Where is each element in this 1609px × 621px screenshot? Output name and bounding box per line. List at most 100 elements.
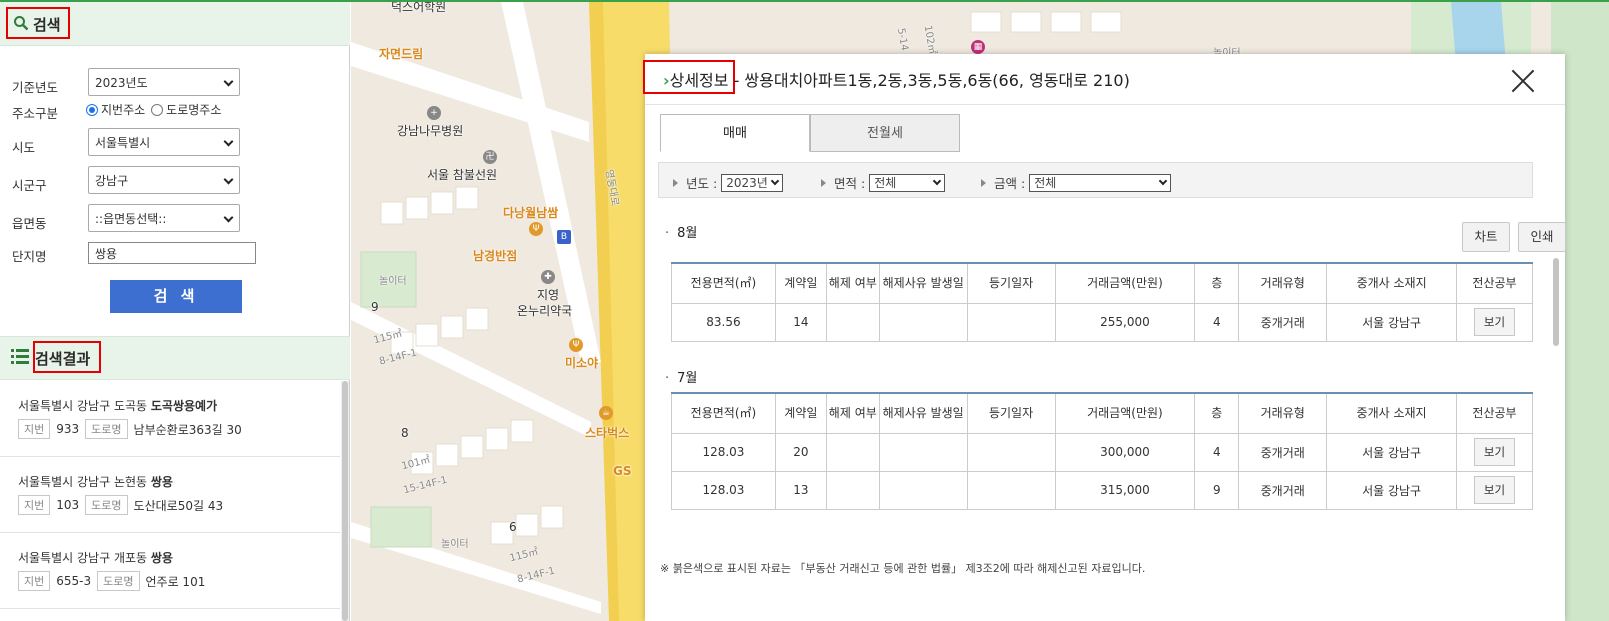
- map-label: 6: [509, 520, 517, 534]
- results-scrollbar[interactable]: [341, 381, 349, 621]
- top-accent-line: [0, 0, 1609, 2]
- road-value: 언주로 101: [145, 574, 206, 589]
- col-price: 거래금액(만원): [1054, 262, 1196, 304]
- map-label: GS: [613, 464, 632, 478]
- result-item[interactable]: 서울특별시 강남구 개포동 쌍용 지번 655-3 도로명 언주로 101: [0, 533, 340, 609]
- trade-table-july: 전용면적(㎡) 계약일 해제 여부 해제사유 발생일 등기일자 거래금액(만원)…: [671, 392, 1534, 510]
- results-list: 서울특별시 강남구 도곡동 도곡쌍용예가 지번 933 도로명 남부순환로363…: [0, 381, 350, 621]
- restaurant-icon[interactable]: Ψ: [569, 338, 583, 352]
- chevron-right-icon: ›: [663, 71, 670, 90]
- year-select[interactable]: 2023년도: [88, 68, 240, 96]
- map-label: 남경반점: [473, 249, 518, 263]
- eupmyeondong-label: 읍면동: [12, 216, 47, 231]
- col-area: 전용면적(㎡): [671, 392, 776, 434]
- road-value: 남부순환로363길 30: [133, 422, 242, 437]
- map-label: 덕스어학원: [391, 2, 447, 14]
- map-marker-icon[interactable]: ▦: [971, 40, 985, 54]
- col-contract-day: 계약일: [774, 392, 827, 434]
- sido-label: 시도: [12, 140, 36, 155]
- search-sidebar: 검색 기준년도 2023년도 주소구분 지번주소 도로명주소 시도 서울특별시 …: [0, 0, 350, 621]
- col-registry: 전산공부: [1456, 262, 1533, 304]
- chevron-down-icon: [223, 76, 234, 87]
- col-cancel: 해제 여부: [825, 262, 880, 304]
- hospital-icon[interactable]: +: [427, 106, 441, 120]
- area-filter-label: 면적 :: [834, 176, 866, 191]
- tab-sale[interactable]: 매매: [660, 114, 810, 152]
- restaurant-icon[interactable]: Ψ: [529, 222, 543, 236]
- chevron-down-icon: [1158, 176, 1168, 185]
- result-item[interactable]: 서울특별시 강남구 도곡동 도곡쌍용예가 지번 933 도로명 남부순환로363…: [0, 381, 340, 457]
- radio-jibun-label: 지번주소: [101, 103, 146, 117]
- view-button[interactable]: 보기: [1473, 308, 1516, 336]
- col-trade-type: 거래유형: [1238, 392, 1328, 434]
- jibun-tag: 지번: [18, 571, 51, 591]
- table-row: 83.56 14 255,000 4 중개거래 서울 강남구 보기: [671, 302, 1533, 342]
- map-label: 놀이터: [379, 276, 407, 287]
- col-area: 전용면적(㎡): [671, 262, 776, 304]
- area-filter-select[interactable]: 전체: [869, 173, 946, 192]
- col-broker-location: 중개사 소재지: [1326, 262, 1457, 304]
- chart-button[interactable]: 차트: [1462, 222, 1510, 252]
- dialog-divider: [645, 104, 1565, 105]
- temple-icon[interactable]: 卍: [483, 150, 497, 164]
- list-icon: [11, 349, 29, 364]
- jibun-value: 103: [56, 498, 80, 512]
- dialog-scrollbar-thumb[interactable]: [1553, 258, 1559, 346]
- month-heading: · 8월: [665, 226, 698, 241]
- map-label: 9: [371, 300, 379, 314]
- result-address-detail: 지번 103 도로명 도산대로50길 43: [18, 495, 223, 515]
- jibun-tag: 지번: [18, 419, 51, 439]
- year-filter-label: 년도 :: [686, 176, 718, 191]
- price-filter-label: 금액 :: [994, 176, 1026, 191]
- map-label: 미소야: [565, 356, 599, 370]
- chevron-down-icon: [770, 176, 780, 185]
- filter-bar: 년도 : 2023년 면적 : 전체 금액 : 전체: [658, 162, 1533, 198]
- view-button[interactable]: 보기: [1473, 438, 1516, 466]
- eupmyeondong-select-value: ::읍면동선택::: [95, 212, 167, 226]
- price-filter: 금액 : 전체: [981, 173, 1172, 192]
- cafe-icon[interactable]: ☕: [599, 406, 613, 420]
- result-address: 서울특별시 강남구 도곡동 도곡쌍용예가: [18, 399, 218, 413]
- jibun-tag: 지번: [18, 495, 51, 515]
- detail-title-rest: - 쌍용대치아파트1동,2동,3동,5동,6동(66, 영동대로 210): [728, 71, 1130, 90]
- result-item[interactable]: 서울특별시 강남구 논현동 쌍용 지번 103 도로명 도산대로50길 43: [0, 457, 340, 533]
- map-label: 온누리약국: [517, 304, 573, 318]
- col-cancel: 해제 여부: [825, 392, 880, 434]
- map-label: 강남나무병원: [397, 124, 464, 138]
- chevron-down-icon: [223, 136, 234, 147]
- col-cancel-date: 해제사유 발생일: [878, 392, 968, 434]
- result-address-detail: 지번 655-3 도로명 언주로 101: [18, 571, 205, 591]
- print-button[interactable]: 인쇄: [1518, 222, 1566, 252]
- eupmyeondong-select[interactable]: ::읍면동선택::: [88, 204, 240, 232]
- col-broker-location: 중개사 소재지: [1326, 392, 1457, 434]
- sigungu-select-value: 강남구: [95, 174, 129, 188]
- col-cancel-date: 해제사유 발생일: [878, 262, 968, 304]
- bus-stop-icon[interactable]: B: [557, 230, 571, 244]
- price-filter-select[interactable]: 전체: [1029, 173, 1172, 192]
- year-filter-select[interactable]: 2023년: [721, 173, 784, 192]
- radio-jibun[interactable]: [86, 103, 98, 116]
- map-label: 지영: [537, 288, 560, 302]
- result-address: 서울특별시 강남구 개포동 쌍용: [18, 551, 173, 565]
- complex-name-input[interactable]: 쌍용: [88, 242, 256, 264]
- jibun-value: 933: [56, 422, 80, 436]
- sido-select-value: 서울특별시: [95, 136, 151, 150]
- tab-rent[interactable]: 전월세: [810, 114, 960, 152]
- map-label: 스타벅스: [585, 426, 630, 440]
- pharmacy-icon[interactable]: ✚: [541, 270, 555, 284]
- sigungu-select[interactable]: 강남구: [88, 166, 240, 194]
- result-address-detail: 지번 933 도로명 남부순환로363길 30: [18, 419, 242, 439]
- view-button[interactable]: 보기: [1473, 476, 1516, 504]
- close-icon[interactable]: [1510, 68, 1536, 94]
- col-floor: 층: [1194, 262, 1240, 304]
- radio-road[interactable]: [151, 103, 164, 116]
- sido-select[interactable]: 서울특별시: [88, 128, 240, 156]
- results-scrollbar-thumb[interactable]: [342, 381, 348, 621]
- triangle-icon: [981, 178, 986, 187]
- map-label: 다낭월남쌈: [503, 206, 559, 220]
- col-price: 거래금액(만원): [1054, 392, 1196, 434]
- search-button[interactable]: 검 색: [110, 280, 242, 313]
- col-registry: 전산공부: [1455, 392, 1534, 434]
- area-filter: 면적 : 전체: [821, 173, 946, 192]
- col-registration-date: 등기일자: [966, 392, 1056, 434]
